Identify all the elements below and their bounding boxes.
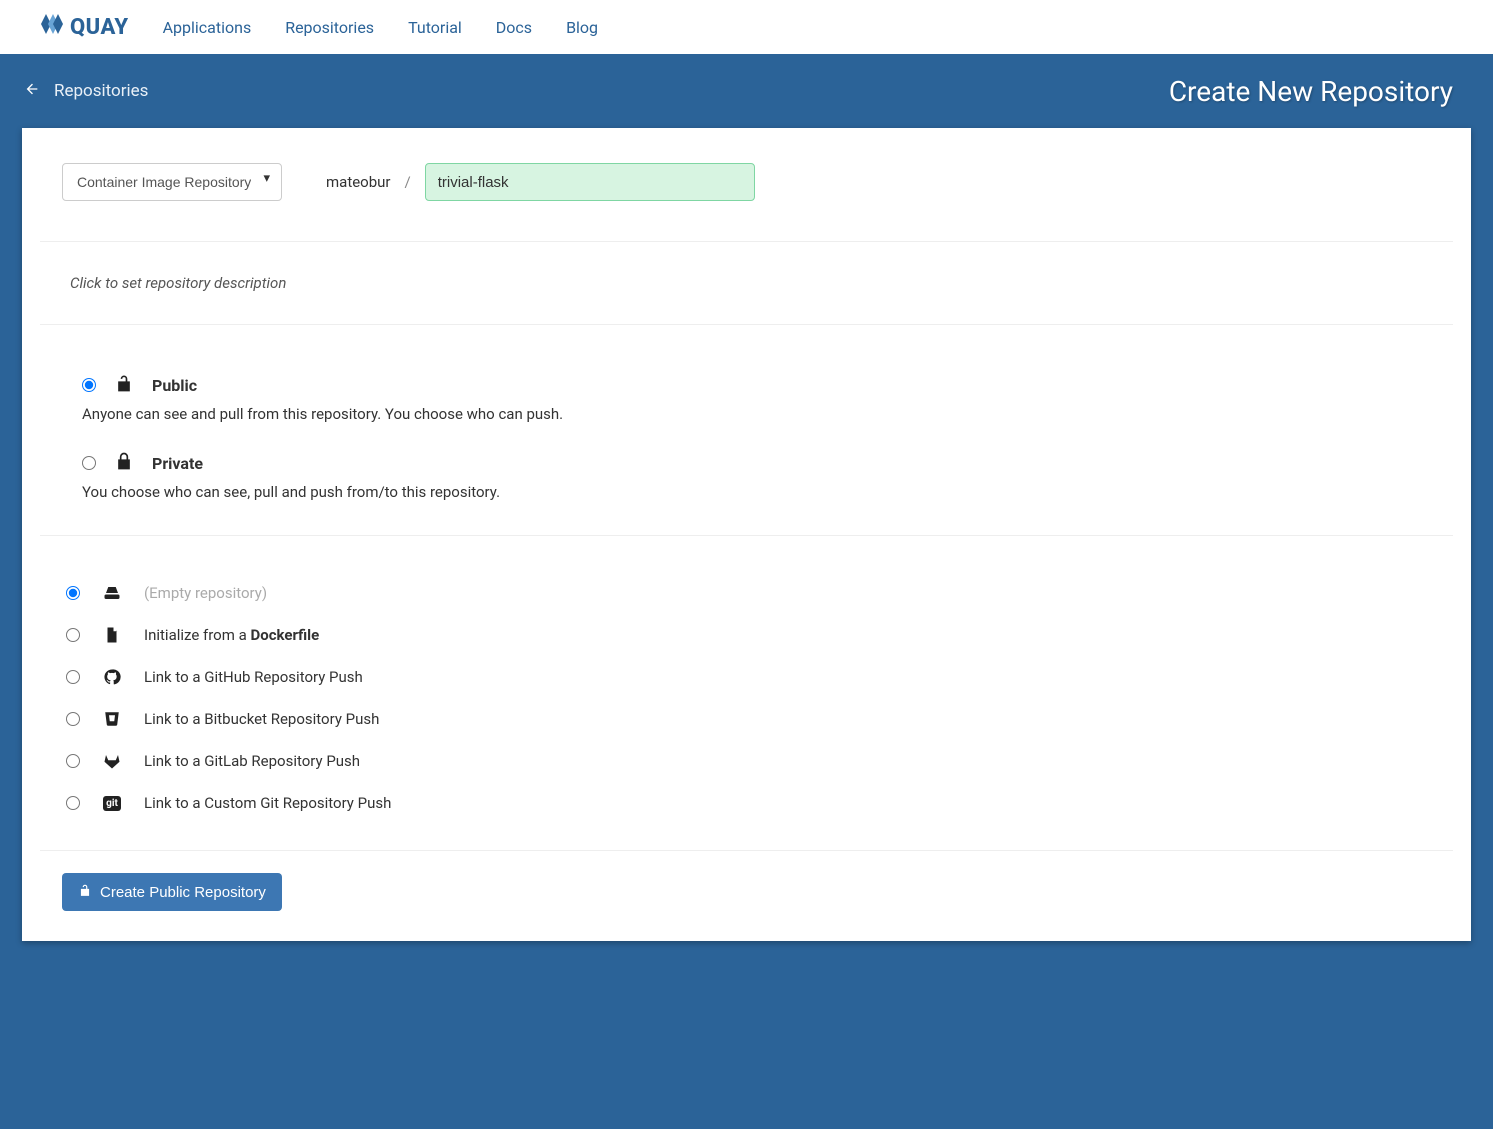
back-arrow-icon[interactable] bbox=[24, 81, 40, 101]
unlock-icon bbox=[114, 373, 134, 397]
init-gitlab-label: Link to a GitLab Repository Push bbox=[144, 752, 360, 770]
init-customgit-label: Link to a Custom Git Repository Push bbox=[144, 794, 391, 812]
create-repo-panel: Container Image Repository mateobur / Cl… bbox=[22, 128, 1471, 941]
breadcrumb-repositories[interactable]: Repositories bbox=[54, 81, 148, 101]
visibility-public: Public Anyone can see and pull from this… bbox=[82, 373, 1431, 423]
create-repo-button[interactable]: Create Public Repository bbox=[62, 873, 282, 911]
init-bitbucket-radio[interactable] bbox=[66, 712, 80, 726]
brand-logo[interactable]: QUAY bbox=[40, 12, 129, 42]
bitbucket-icon bbox=[102, 710, 122, 728]
init-bitbucket-label: Link to a Bitbucket Repository Push bbox=[144, 710, 379, 728]
init-github: Link to a GitHub Repository Push bbox=[66, 656, 1431, 698]
init-empty-label: (Empty repository) bbox=[144, 584, 267, 602]
unlock-small-icon bbox=[78, 883, 92, 901]
init-bitbucket: Link to a Bitbucket Repository Push bbox=[66, 698, 1431, 740]
init-dockerfile-radio[interactable] bbox=[66, 628, 80, 642]
nav-applications[interactable]: Applications bbox=[163, 18, 252, 37]
visibility-private: Private You choose who can see, pull and… bbox=[82, 451, 1431, 501]
repo-type-select[interactable]: Container Image Repository bbox=[62, 163, 282, 201]
repo-type-select-wrap: Container Image Repository bbox=[62, 163, 282, 201]
namespace-label: mateobur bbox=[326, 173, 391, 191]
nav-blog[interactable]: Blog bbox=[566, 18, 598, 37]
brand-name: QUAY bbox=[70, 15, 129, 40]
init-customgit: git Link to a Custom Git Repository Push bbox=[66, 782, 1431, 824]
description-section: Click to set repository description bbox=[40, 242, 1453, 325]
page-subheader: Repositories Create New Repository bbox=[0, 54, 1493, 128]
repo-name-input[interactable] bbox=[425, 163, 755, 201]
nav-repositories[interactable]: Repositories bbox=[285, 18, 374, 37]
init-github-radio[interactable] bbox=[66, 670, 80, 684]
visibility-private-desc: You choose who can see, pull and push fr… bbox=[82, 483, 1431, 501]
visibility-public-radio[interactable] bbox=[82, 378, 96, 392]
init-empty: (Empty repository) bbox=[66, 572, 1431, 614]
init-dockerfile-bold: Dockerfile bbox=[250, 626, 319, 644]
harddrive-icon bbox=[102, 584, 122, 602]
git-badge-text: git bbox=[103, 796, 121, 811]
quay-logo-icon bbox=[40, 12, 64, 42]
nav-docs[interactable]: Docs bbox=[496, 18, 532, 37]
init-dockerfile: Initialize from a Dockerfile bbox=[66, 614, 1431, 656]
gitlab-icon bbox=[102, 752, 122, 770]
top-nav: QUAY Applications Repositories Tutorial … bbox=[0, 0, 1493, 54]
lock-icon bbox=[114, 451, 134, 475]
init-gitlab: Link to a GitLab Repository Push bbox=[66, 740, 1431, 782]
visibility-private-label: Private bbox=[152, 454, 203, 473]
create-repo-button-label: Create Public Repository bbox=[100, 884, 266, 901]
nav-tutorial[interactable]: Tutorial bbox=[408, 18, 462, 37]
github-icon bbox=[102, 668, 122, 686]
page-title: Create New Repository bbox=[1169, 75, 1453, 108]
description-placeholder[interactable]: Click to set repository description bbox=[70, 274, 286, 292]
init-gitlab-radio[interactable] bbox=[66, 754, 80, 768]
init-empty-radio[interactable] bbox=[66, 586, 80, 600]
panel-footer: Create Public Repository bbox=[40, 850, 1453, 911]
visibility-public-desc: Anyone can see and pull from this reposi… bbox=[82, 405, 1431, 423]
init-section: (Empty repository) Initialize from a Doc… bbox=[40, 536, 1453, 826]
file-icon bbox=[102, 626, 122, 644]
init-github-label: Link to a GitHub Repository Push bbox=[144, 668, 363, 686]
init-dockerfile-prefix: Initialize from a bbox=[144, 626, 250, 644]
init-customgit-radio[interactable] bbox=[66, 796, 80, 810]
namespace-separator: / bbox=[405, 173, 411, 191]
visibility-private-radio[interactable] bbox=[82, 456, 96, 470]
visibility-section: Public Anyone can see and pull from this… bbox=[40, 325, 1453, 536]
visibility-public-label: Public bbox=[152, 376, 197, 395]
git-icon: git bbox=[102, 796, 122, 811]
init-dockerfile-label: Initialize from a Dockerfile bbox=[144, 626, 319, 644]
